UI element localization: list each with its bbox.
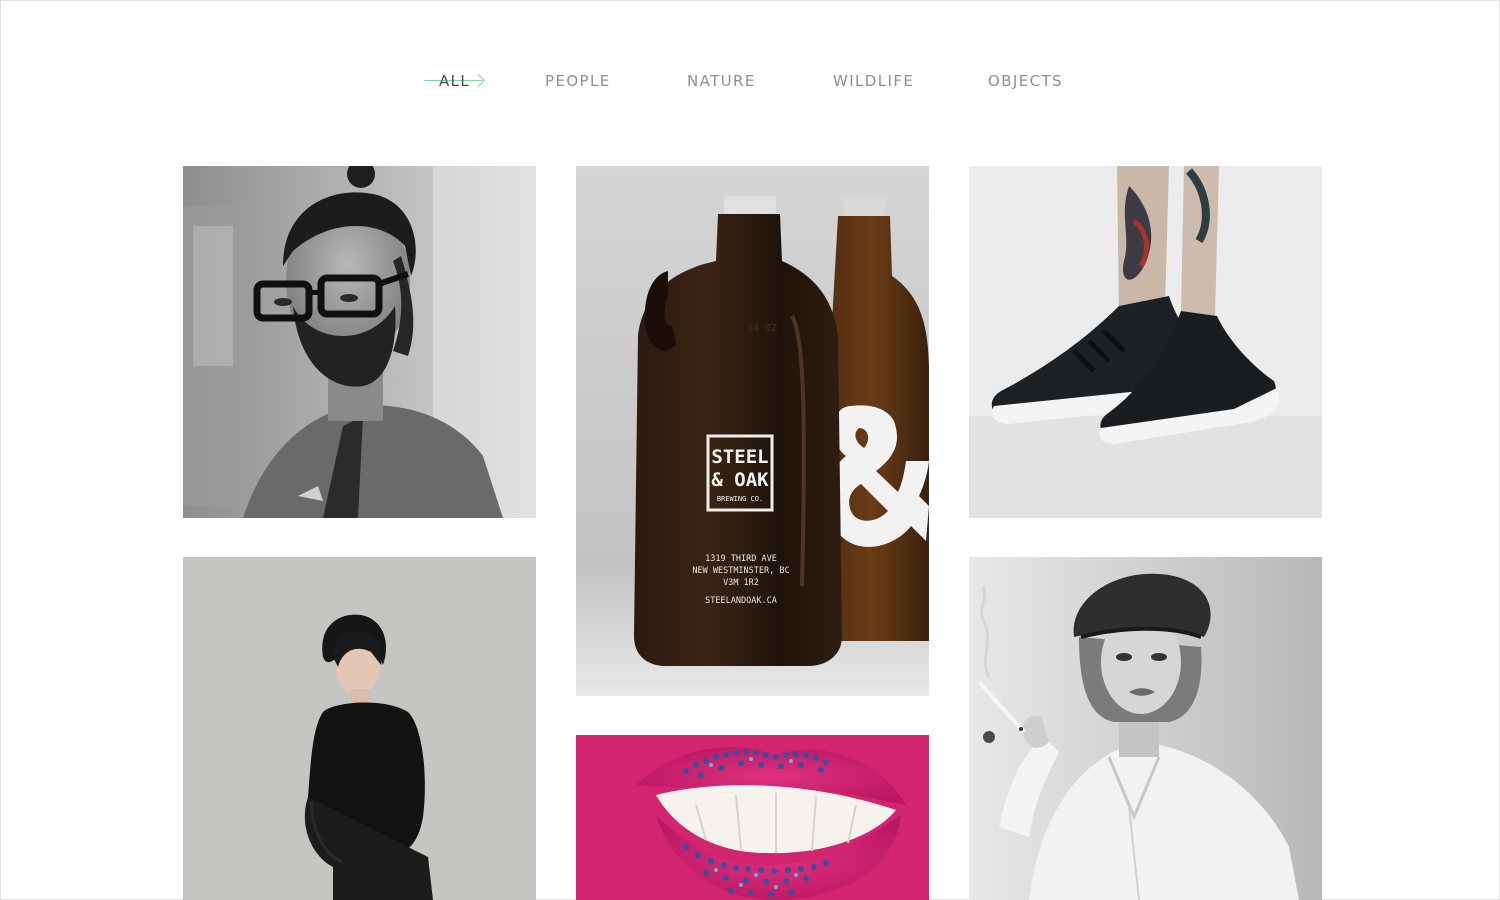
filter-all[interactable]: ALL [439, 70, 470, 92]
label-brand-oak: & OAK [711, 469, 769, 491]
sneakers-photo [969, 166, 1322, 518]
gallery-item-steel-oak-growlers[interactable]: 64 OZ STEEL & OAK BREWING CO. 1319 THIRD… [576, 166, 929, 696]
gallery-item-man-glasses[interactable] [183, 166, 536, 518]
gallery-item-pink-lips[interactable] [576, 735, 929, 900]
pink-lips-photo [576, 735, 929, 900]
filter-objects[interactable]: OBJECTS [988, 70, 1063, 92]
gallery-item-woman-beret[interactable] [969, 557, 1322, 900]
portfolio-filter-nav: ALL PEOPLE NATURE WILDLIFE OBJECTS [0, 70, 1500, 94]
gallery-item-woman-black-blouse[interactable] [183, 557, 536, 900]
filter-people[interactable]: PEOPLE [545, 70, 611, 92]
label-website: STEELANDOAK.CA [705, 596, 777, 606]
woman-blouse-photo [183, 557, 536, 900]
embossed-volume-mark: 64 OZ [747, 323, 777, 334]
growler-bottles-photo: 64 OZ STEEL & OAK BREWING CO. 1319 THIRD… [576, 166, 929, 696]
active-filter-arrow-icon [472, 74, 485, 87]
label-address-1: 1319 THIRD AVE [705, 554, 777, 564]
label-address-2: NEW WESTMINSTER, BC [692, 566, 789, 576]
label-brand-steel: STEEL [711, 446, 768, 468]
filter-wildlife[interactable]: WILDLIFE [833, 70, 914, 92]
filter-nature[interactable]: NATURE [687, 70, 756, 92]
woman-beret-photo [969, 557, 1322, 900]
gallery-item-sneakers[interactable] [969, 166, 1322, 518]
label-brewing-co: BREWING CO. [717, 495, 763, 503]
man-glasses-photo [183, 166, 536, 518]
label-address-3: V3M 1R2 [723, 578, 759, 588]
